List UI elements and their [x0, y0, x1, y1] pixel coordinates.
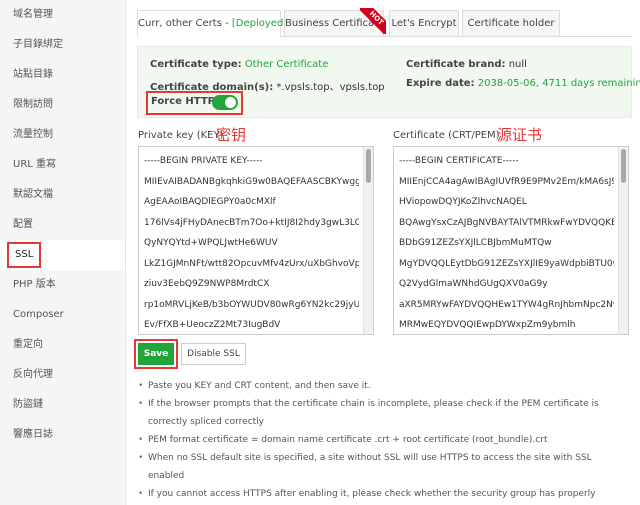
- certificate-expire-date: Expire date: 2038-05-06, 4711 days remai…: [406, 78, 640, 89]
- certificate-line: aXR5MRYwFAYDVQQHEw1TYW4gRnJhbmNpc2Nv: [399, 299, 614, 310]
- certificate-annotation: 源证书: [497, 126, 543, 144]
- note-item: Paste you KEY and CRT content, and then …: [138, 377, 628, 395]
- certificate-line: BQAwgYsxCzAJBgNVBAYTAlVTMRkwFwYDVQQKEx: [399, 217, 614, 228]
- certificate-line: Q2VydGlmaWNhdGUgQXV0aG9y: [399, 279, 548, 289]
- certificate-brand: Certificate brand: null: [406, 59, 527, 70]
- sidebar-item-composer[interactable]: Composer: [0, 300, 125, 330]
- note-item: If the browser prompts that the certific…: [138, 395, 628, 431]
- help-notes: Paste you KEY and CRT content, and then …: [138, 377, 628, 505]
- certificate-line: -----BEGIN CERTIFICATE-----: [399, 156, 519, 166]
- private-key-label: Private key (KEY): [138, 130, 224, 141]
- private-key-line: Ev/FfXB+UeoczZ2Mt73IugBdV: [144, 320, 281, 330]
- tab-current-certs[interactable]: Curr, other Certs - [Deployed]: [137, 10, 287, 37]
- sidebar-item-response-log[interactable]: 響應日誌: [0, 420, 125, 450]
- sidebar-item-url-rewrite[interactable]: URL 重寫: [0, 150, 125, 180]
- certificate-label: Certificate (CRT/PEM): [393, 130, 500, 141]
- tab-certificate-holder-label: Certificate holder: [467, 18, 555, 29]
- hot-badge: HOT: [360, 8, 386, 34]
- note-item: When no SSL default site is specified, a…: [138, 449, 628, 485]
- certificate-line: HViopowDQYJKoZIhvcNAQEL: [399, 197, 527, 207]
- sidebar: 域名管理 子目錄綁定 站點目錄 限制訪問 流量控制 URL 重寫 默認文檔 配置…: [0, 0, 126, 505]
- sidebar-item-ssl[interactable]: SSL: [0, 240, 125, 270]
- note-item: If you cannot access HTTPS after enablin…: [138, 485, 628, 505]
- tab-lets-encrypt[interactable]: Let's Encrypt: [389, 10, 459, 37]
- sidebar-item-access-restriction[interactable]: 限制訪問: [0, 90, 125, 120]
- tab-certificate-holder[interactable]: Certificate holder: [462, 10, 560, 37]
- tab-current-certs-label: Curr, other Certs -: [138, 18, 232, 29]
- private-key-line: LkZ1GJMnNFt/wtt82OpcuvMfv4zUrx/uXbGhvoVp…: [144, 258, 359, 269]
- scrollbar-thumb[interactable]: [621, 149, 626, 183]
- private-key-line: QyNYQYtd+WPQLJwtHe6WUV: [144, 238, 278, 248]
- tab-business-certificate[interactable]: Business Certificate HOT: [284, 8, 386, 37]
- save-button[interactable]: Save: [138, 343, 174, 365]
- sidebar-item-traffic-control[interactable]: 流量控制: [0, 120, 125, 150]
- private-key-textarea[interactable]: -----BEGIN PRIVATE KEY----- MIIEvAIBADANB…: [138, 146, 374, 335]
- certificate-line: MIIEnjCCA4agAwIBAgIUVfR9E9PMv2Em/kMA6sJ9…: [399, 176, 614, 187]
- certificate-type: Certificate type: Other Certificate: [150, 59, 329, 70]
- private-key-scrollbar[interactable]: [363, 147, 373, 334]
- sidebar-item-php-version[interactable]: PHP 版本: [0, 270, 125, 300]
- force-https-toggle[interactable]: [212, 95, 238, 110]
- private-key-line: AgEAAoIBAQDlEGPY0a0cMXlf: [144, 197, 276, 207]
- private-key-line: ziuv3EebQ9Z9NWP8MrdtCX: [144, 279, 270, 289]
- note-item: PEM format certificate = domain name cer…: [138, 431, 628, 449]
- certificate-line: MgYDVQQLEytDbG91ZEZsYXJlIE9yaWdpbiBTU0wg: [399, 258, 614, 269]
- private-key-content: -----BEGIN PRIVATE KEY----- MIIEvAIBADANB…: [139, 147, 373, 334]
- sidebar-item-site-directory[interactable]: 站點目錄: [0, 60, 125, 90]
- certificate-line: BDbG91ZEZsYXJlLCBJbmMuMTQw: [399, 238, 552, 248]
- deployed-status: [Deployed]: [231, 18, 288, 29]
- sidebar-item-redirect[interactable]: 重定向: [0, 330, 125, 360]
- sidebar-item-ssl-label: SSL: [7, 242, 42, 268]
- toggle-knob: [225, 97, 236, 108]
- sidebar-item-reverse-proxy[interactable]: 反向代理: [0, 360, 125, 390]
- private-key-line: 176lVs4jFHyDAnecBTm7Oo+ktIJ8I2hdy3gwL3LO…: [144, 217, 359, 228]
- disable-ssl-button[interactable]: Disable SSL: [181, 343, 246, 365]
- certificate-line: MRMwEQYDVQQIEwpDYWxpZm9ybmlh: [399, 320, 576, 330]
- certificate-scrollbar[interactable]: [618, 147, 628, 334]
- certificate-content: -----BEGIN CERTIFICATE----- MIIEnjCCA4agA…: [394, 147, 628, 334]
- sidebar-item-domain-management[interactable]: 域名管理: [0, 0, 125, 30]
- sidebar-item-config[interactable]: 配置: [0, 210, 125, 240]
- tab-lets-encrypt-label: Let's Encrypt: [391, 18, 457, 29]
- sidebar-item-subdirectory-binding[interactable]: 子目錄綁定: [0, 30, 125, 60]
- scrollbar-thumb[interactable]: [366, 149, 371, 183]
- ssl-tabs: Curr, other Certs - [Deployed] Business …: [137, 8, 632, 37]
- sidebar-item-default-document[interactable]: 默認文檔: [0, 180, 125, 210]
- private-key-line: MIIEvAIBADANBgkqhkiG9w0BAQEFAASCBKYwggSi: [144, 176, 359, 187]
- private-key-annotation: 密钥: [216, 126, 247, 144]
- certificate-textarea[interactable]: -----BEGIN CERTIFICATE----- MIIEnjCCA4agA…: [393, 146, 629, 335]
- private-key-line: -----BEGIN PRIVATE KEY-----: [144, 156, 263, 166]
- private-key-line: rp1oMRVLjKeB/b3bOYWUDV80wRg6YN2kc29jyUQ: [144, 299, 359, 310]
- sidebar-item-hotlink-protection[interactable]: 防盜鏈: [0, 390, 125, 420]
